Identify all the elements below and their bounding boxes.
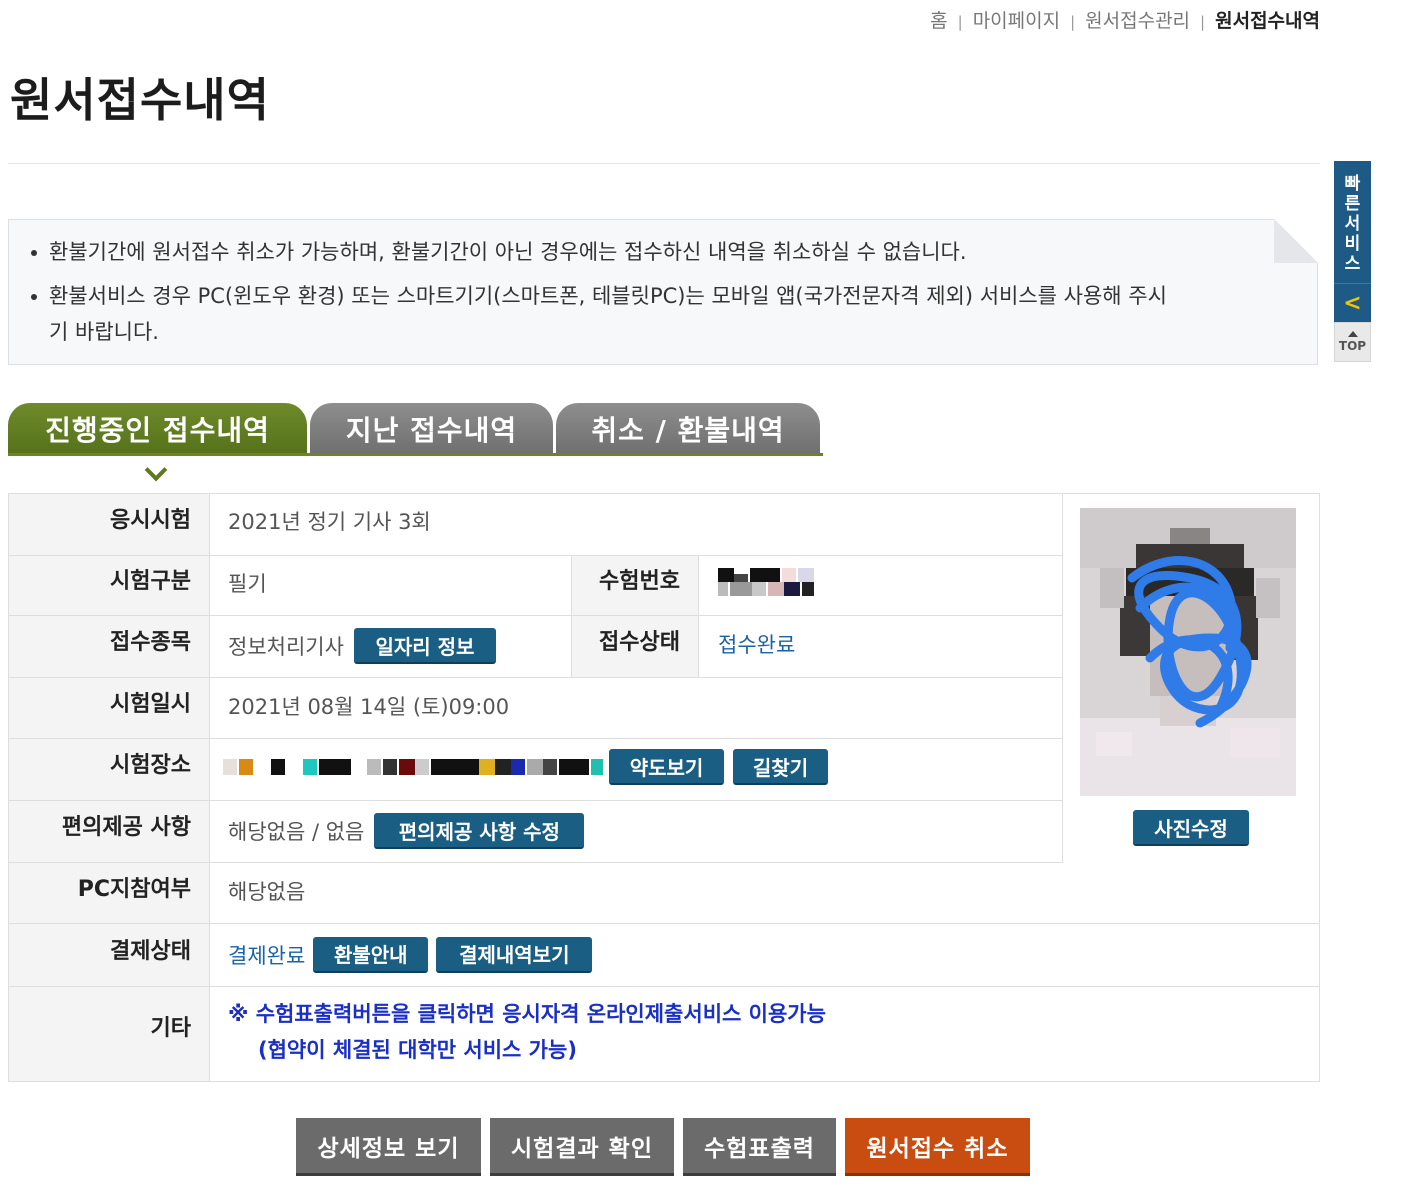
map-button[interactable]: 약도보기 [609, 749, 724, 785]
top-label: TOP [1338, 339, 1367, 353]
breadcrumb-separator: | [957, 13, 963, 31]
convenience-edit-button[interactable]: 편의제공 사항 수정 [374, 813, 585, 849]
detail-info-button[interactable]: 상세정보 보기 [296, 1118, 481, 1176]
photo-image [1080, 508, 1296, 796]
table-border [8, 493, 1062, 494]
label-payment: 결제상태 [8, 923, 209, 986]
quick-service-char: 서 [1344, 214, 1361, 234]
breadcrumb: 홈 | 마이페이지 | 원서접수관리 | 원서접수내역 [930, 6, 1320, 33]
label-exam: 응시시험 [8, 493, 209, 555]
table-border [8, 986, 1320, 987]
breadcrumb-separator: | [1200, 13, 1206, 31]
exam-value: 2021년 정기 기사 3회 [228, 510, 431, 534]
label-exam-date: 시험일시 [8, 677, 209, 738]
table-border [8, 555, 1062, 556]
quick-service-button[interactable]: 빠 른 서 비 스 [1334, 161, 1371, 283]
table-border [8, 677, 1062, 678]
arrow-up-icon [1347, 331, 1358, 337]
exam-number-redacted [718, 568, 816, 598]
label-etc: 기타 [8, 986, 209, 1082]
chevron-down-icon [144, 458, 168, 482]
label-exam-type: 시험구분 [8, 555, 209, 615]
convenience-value: 해당없음 / 없음 [228, 820, 365, 844]
label-exam-place: 시험장소 [8, 738, 209, 800]
chevron-left-icon[interactable]: < [1334, 283, 1371, 322]
tab-ongoing[interactable]: 진행중인 접수내역 [8, 403, 307, 454]
table-border [8, 862, 1062, 863]
notice-box: 환불기간에 원서접수 취소가 가능하며, 환불기간이 아닌 경우에는 접수하신 … [8, 219, 1318, 365]
breadcrumb-separator: | [1070, 13, 1076, 31]
exam-date-value: 2021년 08월 14일 (토)09:00 [228, 695, 510, 719]
photo-edit-button[interactable]: 사진수정 [1133, 810, 1249, 846]
quick-service-char: 스 [1344, 254, 1361, 274]
notice-line: 환불서비스 경우 PC(윈도우 환경) 또는 스마트기기(스마트폰, 테블릿PC… [27, 278, 1179, 350]
directions-button[interactable]: 길찾기 [733, 749, 828, 785]
breadcrumb-application-manage[interactable]: 원서접수관리 [1085, 10, 1190, 32]
tab-underline [8, 453, 823, 456]
status-value: 접수완료 [718, 633, 796, 657]
label-subject: 접수종목 [8, 615, 209, 677]
etc-value: ※ 수험표출력버튼을 클릭하면 응시자격 온라인제출서비스 이용가능 (협약이 … [228, 996, 826, 1068]
quick-service-char: 른 [1344, 194, 1361, 214]
action-buttons: 상세정보 보기 시험결과 확인 수험표출력 원서접수 취소 [296, 1118, 1039, 1176]
table-border [8, 493, 9, 1082]
exam-place-redacted [223, 759, 605, 777]
table-border [8, 1081, 1320, 1082]
table-border [209, 493, 210, 1082]
pc-value: 해당없음 [228, 880, 306, 904]
table-border [8, 738, 1062, 739]
job-info-button[interactable]: 일자리 정보 [353, 628, 496, 664]
refund-info-button[interactable]: 환불안내 [313, 936, 429, 973]
table-border [698, 555, 699, 677]
top-button[interactable]: TOP [1334, 322, 1371, 362]
table-border [1062, 493, 1320, 494]
notice-line: 환불기간에 원서접수 취소가 가능하며, 환불기간이 아닌 경우에는 접수하신 … [27, 234, 1179, 270]
print-ticket-button[interactable]: 수험표출력 [683, 1118, 836, 1176]
breadcrumb-mypage[interactable]: 마이페이지 [973, 10, 1060, 32]
label-convenience: 편의제공 사항 [8, 800, 209, 862]
tab-bar: 진행중인 접수내역 지난 접수내역 취소 / 환불내역 [8, 403, 823, 454]
payment-value: 결제완료 [228, 943, 306, 968]
subject-value: 정보처리기사 [228, 635, 344, 659]
exam-result-button[interactable]: 시험결과 확인 [490, 1118, 674, 1176]
payment-history-button[interactable]: 결제내역보기 [436, 936, 593, 973]
tab-cancel-refund[interactable]: 취소 / 환불내역 [556, 403, 820, 454]
quick-service-char: 비 [1344, 234, 1361, 254]
payment-value-cell: 결제완료 환불안내 결제내역보기 [228, 923, 593, 986]
tab-past[interactable]: 지난 접수내역 [310, 403, 553, 454]
table-border [8, 615, 1062, 616]
page-title: 원서접수내역 [10, 73, 270, 127]
label-exam-number: 수험번호 [571, 555, 698, 615]
convenience-value-cell: 해당없음 / 없음 편의제공 사항 수정 [228, 800, 585, 862]
etc-line-2: (협약이 체결된 대학만 서비스 가능) [258, 1038, 577, 1062]
table-border [8, 923, 1320, 924]
page-fold-icon [1274, 219, 1318, 263]
quick-service-menu: 빠 른 서 비 스 < TOP [1334, 161, 1371, 362]
table-border [1319, 493, 1320, 1082]
table-border [1062, 493, 1063, 863]
title-divider [8, 163, 1320, 164]
cancel-application-button[interactable]: 원서접수 취소 [845, 1118, 1030, 1176]
breadcrumb-home[interactable]: 홈 [930, 10, 947, 32]
quick-service-char: 빠 [1344, 174, 1361, 194]
exam-type-value: 필기 [228, 572, 267, 596]
applicant-photo [1080, 508, 1296, 796]
subject-value-cell: 정보처리기사 일자리 정보 [228, 615, 496, 677]
etc-line-1: ※ 수험표출력버튼을 클릭하면 응시자격 온라인제출서비스 이용가능 [228, 1002, 826, 1026]
table-border [571, 555, 572, 677]
label-status: 접수상태 [571, 615, 698, 677]
label-pc: PC지참여부 [8, 862, 209, 923]
breadcrumb-current: 원서접수내역 [1215, 10, 1320, 32]
